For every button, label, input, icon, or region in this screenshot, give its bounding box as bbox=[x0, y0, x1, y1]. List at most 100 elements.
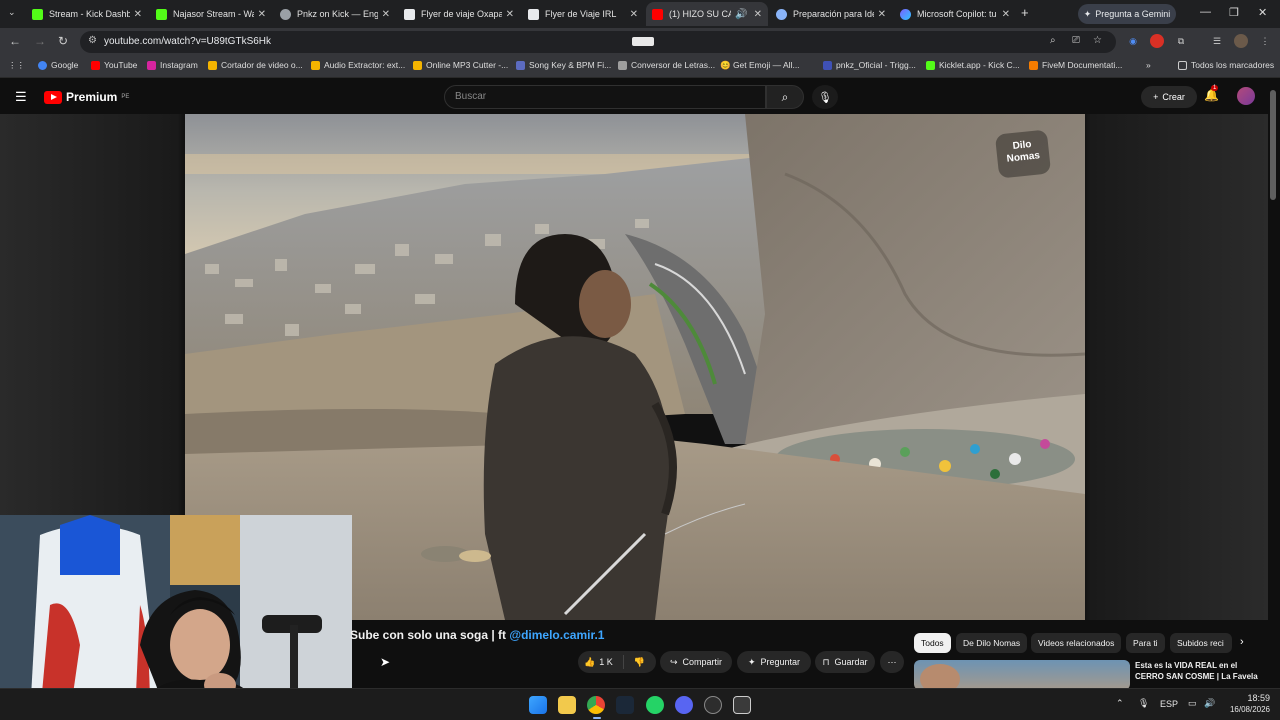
hamburger-menu-icon[interactable]: ☰ bbox=[15, 89, 27, 105]
like-dislike-group: 👍 1 K 👎 bbox=[578, 651, 656, 673]
all-bookmarks-folder[interactable]: Todos los marcadores bbox=[1178, 60, 1274, 70]
window-close-icon[interactable]: ✕ bbox=[1258, 6, 1267, 19]
apps-icon[interactable]: ⋮⋮ bbox=[8, 60, 25, 71]
extension-red-icon[interactable] bbox=[1150, 34, 1164, 48]
bookmark-cortador[interactable]: Cortador de video o... bbox=[208, 60, 303, 70]
notifications-bell-icon[interactable]: 🔔 1 bbox=[1204, 85, 1219, 102]
profile-avatar[interactable] bbox=[1234, 34, 1248, 48]
like-button[interactable]: 👍 1 K bbox=[584, 657, 613, 668]
search-input[interactable]: Buscar bbox=[444, 85, 766, 109]
site-info-icon[interactable]: ⚙ bbox=[88, 35, 97, 46]
chevron-right-icon[interactable]: › bbox=[1240, 636, 1244, 648]
voice-search-button[interactable]: 🎙 bbox=[812, 85, 838, 109]
more-horizontal-icon: ⋯ bbox=[887, 656, 897, 667]
bookmark-instagram[interactable]: Instagram bbox=[147, 60, 198, 70]
tab-youtube-active[interactable]: (1) HIZO SU CASA 🔊 ✕ bbox=[646, 2, 768, 26]
youtube-premium-logo[interactable]: Premium PE bbox=[44, 90, 129, 104]
network-icon[interactable]: ▭ bbox=[1188, 698, 1197, 709]
close-icon[interactable]: ✕ bbox=[630, 9, 638, 20]
tab-preparacion[interactable]: Preparación para Ide ✕ bbox=[770, 2, 892, 26]
chrome-icon[interactable] bbox=[587, 696, 605, 714]
plus-icon: + bbox=[1153, 92, 1159, 102]
bookmark-youtube[interactable]: YouTube bbox=[91, 60, 137, 70]
chip-subidos-recientemente[interactable]: Subidos reci bbox=[1170, 633, 1232, 653]
bookmark-song-key[interactable]: Song Key & BPM Fi... bbox=[516, 60, 611, 70]
more-actions-button[interactable]: ⋯ bbox=[880, 651, 904, 673]
account-avatar[interactable] bbox=[1237, 87, 1255, 105]
recommendation-thumbnail[interactable] bbox=[914, 660, 1130, 690]
cast-icon[interactable]: ⎚ bbox=[1072, 35, 1080, 46]
tray-overflow-icon[interactable]: ⌃ bbox=[1116, 698, 1124, 709]
close-icon[interactable]: ✕ bbox=[258, 9, 266, 20]
close-icon[interactable]: ✕ bbox=[382, 9, 390, 20]
tab-najasor-stream[interactable]: Najasor Stream - Wat ✕ bbox=[150, 2, 272, 26]
speaker-icon[interactable]: 🔊 bbox=[735, 9, 747, 20]
recommendation-title[interactable]: Esta es la VIDA REAL en el CERRO SAN COS… bbox=[1135, 660, 1265, 682]
extension-icon[interactable]: ◉ bbox=[1126, 34, 1140, 48]
microphone-tray-icon[interactable]: 🎙 bbox=[1138, 698, 1149, 709]
close-icon[interactable]: ✕ bbox=[134, 9, 142, 20]
minimize-icon[interactable]: — bbox=[1200, 6, 1211, 18]
steam-icon[interactable] bbox=[616, 696, 634, 714]
ask-button[interactable]: ✦ Preguntar bbox=[737, 651, 811, 673]
restore-icon[interactable]: ❐ bbox=[1229, 6, 1239, 19]
chrome-menu-icon[interactable]: ⋮ bbox=[1258, 34, 1272, 48]
youtube-icon bbox=[91, 60, 100, 70]
close-icon[interactable]: ✕ bbox=[754, 9, 762, 20]
chip-todos[interactable]: Todos bbox=[914, 633, 951, 653]
dislike-button[interactable]: 👎 bbox=[634, 657, 645, 668]
bookmark-kicklet[interactable]: Kicklet.app - Kick C... bbox=[926, 60, 1020, 70]
gemini-button[interactable]: ✦ Pregunta a Gemini bbox=[1078, 4, 1176, 24]
reload-icon[interactable]: ↻ bbox=[58, 34, 68, 48]
instagram-icon bbox=[147, 60, 156, 70]
folder-icon bbox=[1178, 60, 1187, 70]
user-icon bbox=[823, 60, 832, 70]
language-indicator[interactable]: ESP bbox=[1160, 699, 1178, 709]
new-tab-button[interactable]: + bbox=[1021, 5, 1029, 20]
back-icon[interactable]: ← bbox=[9, 34, 21, 48]
chip-de-dilo-nomas[interactable]: De Dilo Nomas bbox=[956, 633, 1028, 653]
close-icon[interactable]: ✕ bbox=[1002, 9, 1010, 20]
tab-kick-dashboard[interactable]: Stream - Kick Dashbo ✕ bbox=[26, 2, 148, 26]
forward-icon[interactable]: → bbox=[34, 34, 46, 48]
mention-link[interactable]: @dimelo.camir.1 bbox=[509, 628, 604, 642]
share-button[interactable]: ↪ Compartir bbox=[660, 651, 732, 673]
bookmark-audio-extractor[interactable]: Audio Extractor: ext... bbox=[311, 60, 405, 70]
file-explorer-icon[interactable] bbox=[558, 696, 576, 714]
windows-start-icon[interactable] bbox=[529, 696, 547, 714]
gemini-icon bbox=[776, 8, 787, 20]
zoom-icon[interactable]: ⌕ bbox=[1050, 35, 1056, 46]
bookmark-google[interactable]: Google bbox=[38, 60, 78, 70]
address-bar[interactable]: ⚙ youtube.com/watch?v=U89tGTkS6Hk ⌕ ⎚ ☆ bbox=[80, 31, 1116, 53]
bookmark-fivem[interactable]: FiveM Documentati... bbox=[1029, 60, 1122, 70]
bookmarks-overflow-icon[interactable]: » bbox=[1146, 60, 1151, 70]
obs-icon[interactable] bbox=[704, 696, 722, 714]
search-button[interactable]: ⌕ bbox=[766, 85, 804, 109]
close-icon[interactable]: ✕ bbox=[878, 9, 886, 20]
bookmark-pnkz-trigger[interactable]: pnkz_Oficial - Trigg... bbox=[823, 60, 916, 70]
create-button[interactable]: + Crear bbox=[1141, 86, 1197, 108]
capture-app-icon[interactable] bbox=[733, 696, 751, 714]
chip-videos-relacionados[interactable]: Videos relacionados bbox=[1031, 633, 1122, 653]
tab-copilot[interactable]: Microsoft Copilot: tu ✕ bbox=[894, 2, 1016, 26]
clock-date[interactable]: 16/08/2026 bbox=[1214, 705, 1270, 714]
mic-icon: 🎙 bbox=[818, 91, 832, 104]
tab-search-icon[interactable]: ⌄ bbox=[8, 7, 16, 18]
reading-list-icon[interactable]: ☰ bbox=[1210, 34, 1224, 48]
whatsapp-icon[interactable] bbox=[646, 696, 664, 714]
browser-tab-strip: ⌄ Stream - Kick Dashbo ✕ Najasor Stream … bbox=[0, 0, 1280, 28]
tab-flyer-oxapam[interactable]: Flyer de viaje Oxapam ✕ bbox=[398, 2, 520, 26]
extensions-puzzle-icon[interactable]: ⧉ bbox=[1174, 34, 1188, 48]
bookmark-star-icon[interactable]: ☆ bbox=[1093, 35, 1102, 46]
save-button[interactable]: ⊓ Guardar bbox=[815, 651, 875, 673]
bookmark-get-emoji[interactable]: 😊 Get Emoji — All... bbox=[720, 60, 800, 71]
discord-icon[interactable] bbox=[675, 696, 693, 714]
chip-para-ti[interactable]: Para ti bbox=[1126, 633, 1165, 653]
tab-pnkz-kick[interactable]: Pnkz on Kick — Engag ✕ bbox=[274, 2, 396, 26]
tab-flyer-irl[interactable]: Flyer de Viaje IRL ✕ bbox=[522, 2, 644, 26]
bookmark-conversor[interactable]: Conversor de Letras... bbox=[618, 60, 715, 70]
page-scrollbar[interactable] bbox=[1270, 90, 1276, 200]
close-icon[interactable]: ✕ bbox=[506, 9, 514, 20]
bookmark-mp3-cutter[interactable]: Online MP3 Cutter -... bbox=[413, 60, 508, 70]
clock-time[interactable]: 18:59 bbox=[1226, 693, 1270, 703]
